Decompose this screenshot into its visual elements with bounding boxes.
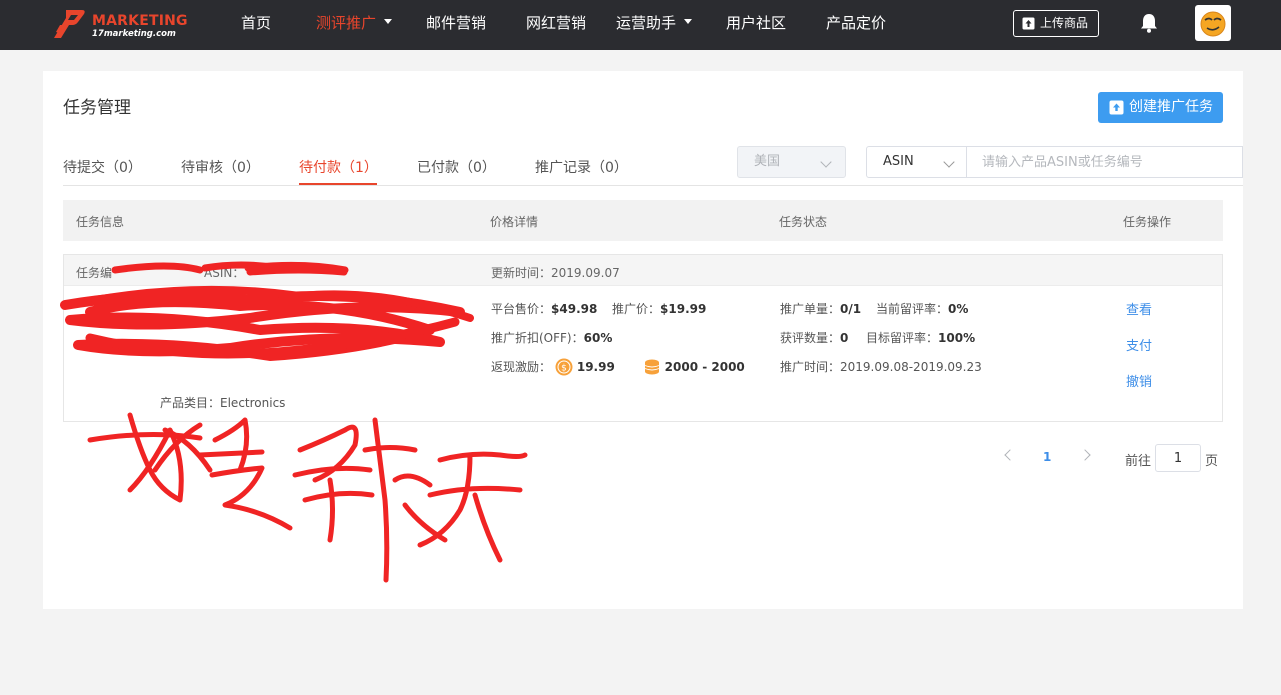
caret-down-icon [684, 19, 693, 24]
promo-period: 推广时间：2019.09.08-2019.09.23 [780, 358, 982, 375]
brand-logo[interactable]: MARKETING 17marketing.com [52, 6, 192, 42]
cashback-points-value: 2000 - 2000 [664, 360, 745, 374]
create-task-label: 创建推广任务 [1129, 99, 1213, 115]
column-task-status: 任务状态 [779, 215, 828, 229]
dollar-coin-icon: $ [555, 358, 573, 375]
goto-suffix: 页 [1205, 454, 1219, 469]
brand-domain: 17marketing.com [92, 29, 176, 39]
reviews-value: 0 [840, 331, 849, 345]
prev-page-icon[interactable] [1004, 449, 1016, 461]
nav-label: 测评推广 [316, 14, 377, 32]
discount-label: 推广折扣(OFF)： [491, 331, 584, 345]
view-link[interactable]: 查看 [1126, 299, 1152, 318]
promo-price: 推广价：$19.99 [612, 300, 706, 317]
chevron-down-icon [820, 156, 832, 168]
category-label: 产品类目： [160, 396, 221, 410]
cashback-label: 返现激励： [491, 360, 552, 374]
search-type-value: ASIN [883, 154, 914, 169]
table-row: 任务编 ASIN： 更新时间：2019.09.07 产品类目：Electroni… [63, 254, 1223, 422]
promo-price-value: $19.99 [660, 302, 707, 316]
nav-label: 运营助手 [616, 14, 677, 32]
cancel-link[interactable]: 撤销 [1126, 371, 1152, 390]
search-type-select[interactable]: ASIN [866, 146, 967, 178]
column-task-info: 任务信息 [76, 215, 125, 229]
review-rate-label: 当前留评率： [876, 302, 949, 316]
units-value: 0/1 [840, 302, 862, 316]
nav-item-influencer-marketing[interactable]: 网红营销 [526, 0, 586, 50]
platform-price-value: $49.98 [551, 302, 598, 316]
nav-item-pricing[interactable]: 产品定价 [826, 0, 886, 50]
period-label: 推广时间： [780, 360, 841, 374]
upload-product-button[interactable]: 上传商品 [1013, 10, 1099, 37]
tab-pending-review[interactable]: 待审核（0） [181, 157, 260, 177]
nav-label: 邮件营销 [426, 14, 487, 32]
product-category: 产品类目：Electronics [160, 394, 285, 411]
goto-page-input[interactable] [1155, 444, 1201, 472]
current-review-rate: 当前留评率：0% [876, 300, 968, 317]
top-nav-bar: MARKETING 17marketing.com 首页 测评推广 邮件营销 网… [0, 0, 1281, 50]
updated-time: 更新时间：2019.09.07 [491, 266, 620, 280]
target-rate-value: 100% [938, 331, 976, 345]
nav-label: 产品定价 [826, 14, 887, 32]
tab-pending-payment[interactable]: 待付款（1） [299, 157, 378, 177]
brand-name: MARKETING [92, 13, 188, 29]
reviews-label: 获评数量： [780, 331, 841, 345]
platform-price: 平台售价：$49.98 [491, 300, 597, 317]
platform-price-label: 平台售价： [491, 302, 552, 316]
tab-promotion-records[interactable]: 推广记录（0） [535, 157, 628, 177]
nav-item-home[interactable]: 首页 [241, 0, 271, 50]
page-title: 任务管理 [63, 98, 131, 118]
avatar[interactable] [1195, 5, 1231, 41]
nav-label: 用户社区 [726, 14, 787, 32]
reviews-obtained: 获评数量：0 [780, 329, 848, 346]
coin-stack-icon [644, 359, 659, 374]
pay-link[interactable]: 支付 [1126, 335, 1152, 354]
bell-icon[interactable] [1139, 12, 1159, 34]
search-input[interactable] [967, 146, 1243, 178]
page-number-current[interactable]: 1 [1043, 450, 1051, 464]
caret-down-icon [384, 19, 393, 24]
target-review-rate: 目标留评率：100% [866, 329, 975, 346]
discount-value: 60% [583, 331, 613, 345]
nav-item-ops-assistant[interactable]: 运营助手 [616, 0, 693, 50]
cashback-coin-value: 19.99 [576, 360, 615, 374]
promo-units: 推广单量：0/1 [780, 300, 861, 317]
promo-discount: 推广折扣(OFF)：60% [491, 329, 612, 346]
tabs-divider [63, 185, 1243, 186]
cashback-incentive: 返现激励： $ 19.99 2000 - 2000 [491, 358, 745, 377]
nav-label: 首页 [241, 14, 272, 32]
asin-label: ASIN： [204, 266, 245, 280]
task-id-label: 任务编 [76, 266, 113, 280]
nav-item-review-promotion[interactable]: 测评推广 [316, 0, 393, 50]
target-rate-label: 目标留评率： [866, 331, 939, 345]
upload-icon [1022, 17, 1035, 30]
country-select[interactable]: 美国 [737, 146, 846, 178]
order-header: 任务编 ASIN： 更新时间：2019.09.07 [64, 255, 1222, 286]
column-price-details: 价格详情 [490, 215, 539, 229]
svg-text:$: $ [561, 363, 567, 373]
chevron-down-icon [943, 156, 955, 168]
column-task-actions: 任务操作 [1123, 215, 1172, 229]
country-value: 美国 [754, 154, 781, 169]
goto-prefix: 前往 [1125, 454, 1152, 469]
upload-label: 上传商品 [1040, 16, 1089, 30]
brand-logo-icon [54, 10, 85, 38]
task-management-card: 任务管理 创建推广任务 待提交（0） 待审核（0） 待付款（1） 已付款（0） … [43, 71, 1243, 609]
nav-item-community[interactable]: 用户社区 [726, 0, 786, 50]
review-rate-value: 0% [948, 302, 969, 316]
period-value: 2019.09.08-2019.09.23 [840, 360, 982, 374]
nav-label: 网红营销 [526, 14, 587, 32]
promo-price-label: 推广价： [612, 302, 661, 316]
create-promotion-task-button[interactable]: 创建推广任务 [1098, 92, 1223, 123]
nav-item-email-marketing[interactable]: 邮件营销 [426, 0, 486, 50]
create-task-icon [1109, 100, 1124, 115]
tab-pending-submit[interactable]: 待提交（0） [63, 157, 142, 177]
tab-paid[interactable]: 已付款（0） [417, 157, 496, 177]
table-header: 任务信息 价格详情 任务状态 任务操作 [63, 200, 1223, 241]
units-label: 推广单量： [780, 302, 841, 316]
next-page-icon[interactable] [1079, 449, 1091, 461]
category-value: Electronics [220, 396, 286, 410]
avatar-smiley-icon [1200, 11, 1226, 37]
